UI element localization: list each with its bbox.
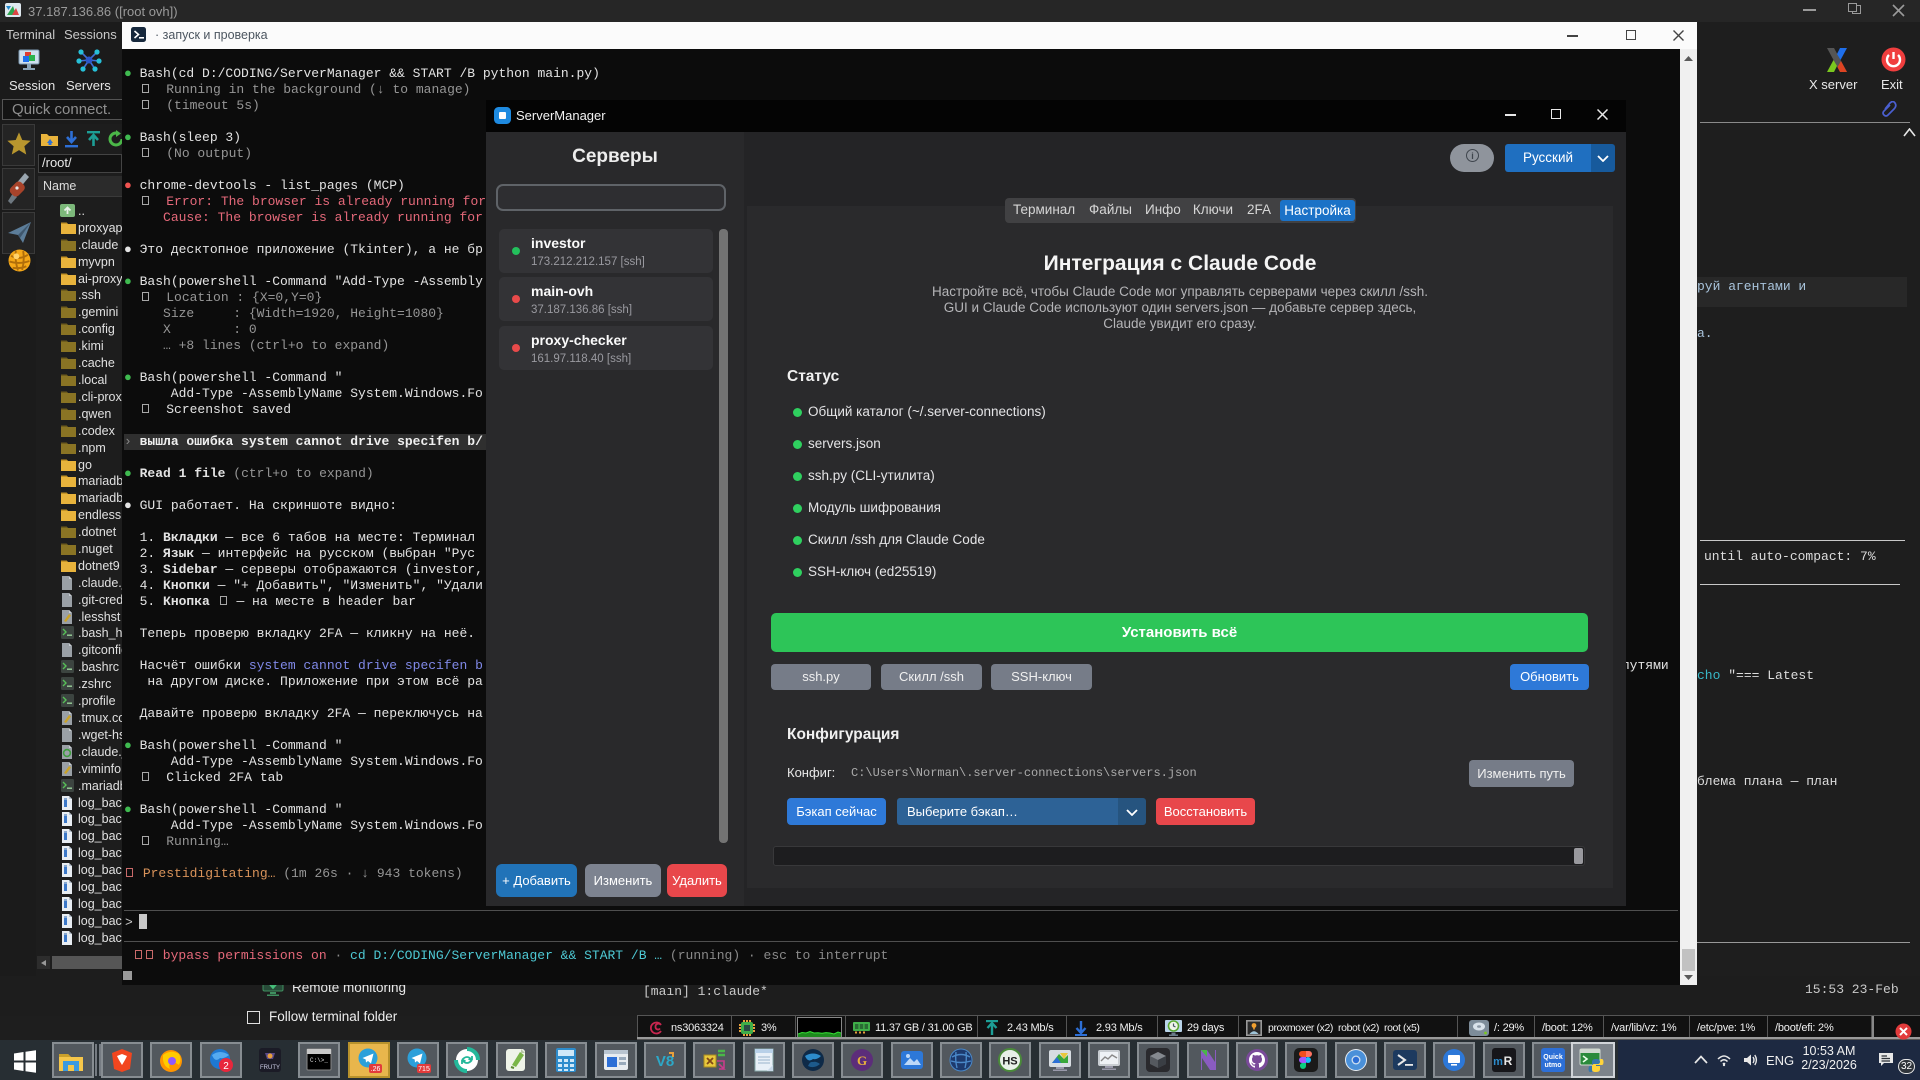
svg-text:utmo: utmo: [1544, 1062, 1561, 1069]
svg-text:.26: .26: [371, 1066, 381, 1073]
svg-text:C:\>_: C:\>_: [310, 1057, 328, 1064]
svg-text:m: m: [1493, 1056, 1503, 1068]
svg-text:2: 2: [223, 1061, 229, 1072]
svg-text:V8: V8: [656, 1053, 674, 1070]
svg-text:FRUTY: FRUTY: [260, 1065, 280, 1071]
svg-text:Quick: Quick: [1543, 1054, 1563, 1061]
svg-text:HS: HS: [1002, 1056, 1017, 1068]
svg-text:G: G: [857, 1053, 867, 1068]
svg-text:715: 715: [418, 1066, 430, 1073]
svg-text:R: R: [1504, 1054, 1513, 1068]
